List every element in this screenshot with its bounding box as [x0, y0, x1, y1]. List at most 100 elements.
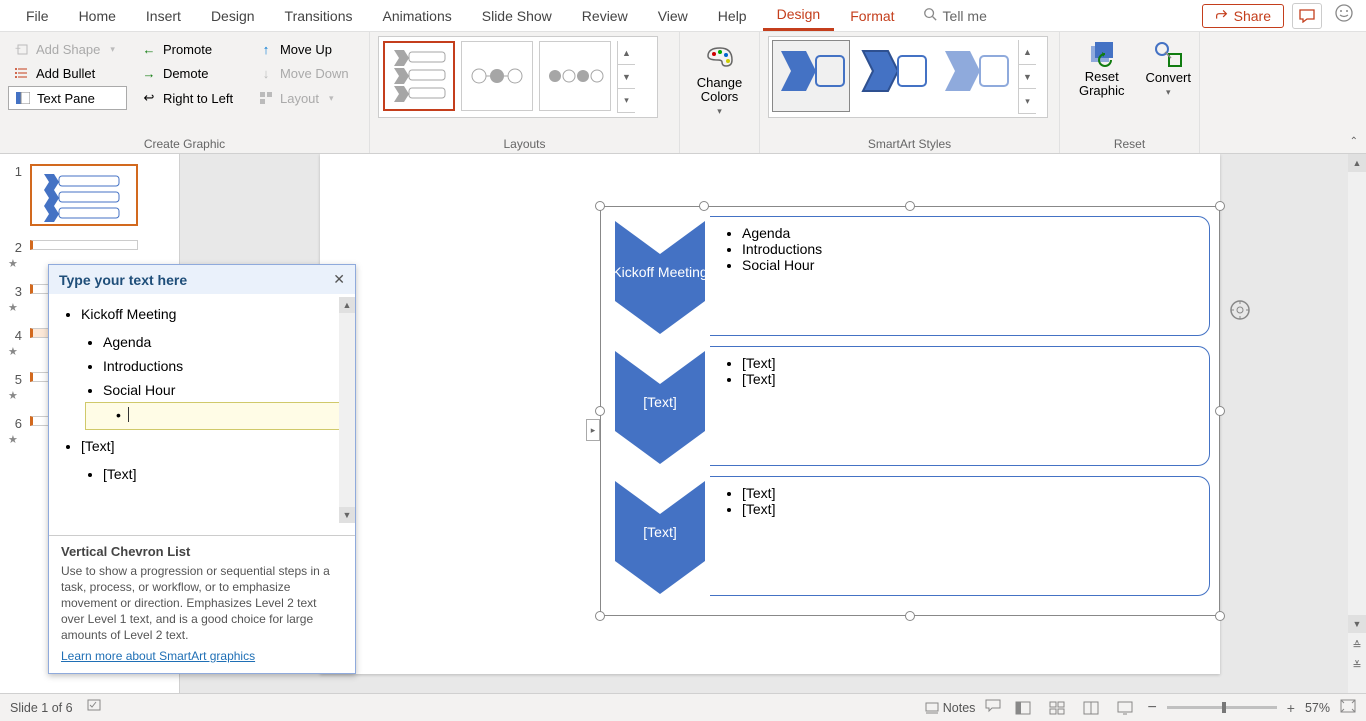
smartart-bullet-box[interactable]: Agenda Introductions Social Hour — [710, 216, 1210, 336]
reset-graphic-button[interactable]: Reset Graphic — [1068, 40, 1135, 98]
slideshow-view-icon[interactable] — [1113, 699, 1137, 717]
zoom-in-button[interactable]: + — [1287, 700, 1295, 716]
list-item[interactable]: Social Hour — [103, 378, 351, 402]
convert-button[interactable]: Convert ▾ — [1145, 40, 1191, 98]
scroll-up-icon[interactable]: ▲ — [1348, 154, 1366, 172]
style-thumbnail[interactable] — [772, 40, 850, 112]
chevron-down-icon[interactable]: ▼ — [618, 65, 635, 89]
resize-handle[interactable] — [1215, 406, 1225, 416]
resize-handle[interactable] — [905, 201, 915, 211]
smartart-bullet-box[interactable]: [Text] [Text] — [710, 476, 1210, 596]
tab-format[interactable]: Format — [836, 2, 908, 30]
text-pane-toggle[interactable]: ▸ — [586, 419, 600, 441]
text-pane-body[interactable]: Kickoff Meeting Agenda Introductions Soc… — [49, 294, 355, 535]
move-up-button[interactable]: ↑Move Up — [252, 38, 361, 60]
move-down-button[interactable]: ↓Move Down — [252, 62, 361, 84]
promote-button[interactable]: ←Promote — [135, 38, 244, 60]
smartart-action-icon[interactable] — [1228, 298, 1252, 322]
add-shape-button[interactable]: +Add Shape▾ — [8, 38, 127, 60]
expand-icon[interactable]: ▾ — [618, 89, 635, 113]
slide-canvas[interactable]: ▸ Kickoff Meeting Agenda Introductions S… — [320, 154, 1220, 674]
style-thumbnail[interactable] — [936, 40, 1014, 112]
resize-handle[interactable] — [1215, 201, 1225, 211]
tab-file[interactable]: File — [12, 2, 63, 30]
list-item[interactable]: [Text] — [81, 434, 351, 458]
resize-handle[interactable] — [1215, 611, 1225, 621]
layout-thumbnail[interactable] — [539, 41, 611, 111]
zoom-level[interactable]: 57% — [1305, 701, 1330, 715]
tab-animations[interactable]: Animations — [368, 2, 465, 30]
share-button[interactable]: Share — [1202, 4, 1284, 28]
tab-help[interactable]: Help — [704, 2, 761, 30]
chevron-shape[interactable]: [Text] — [610, 476, 710, 596]
resize-handle[interactable] — [595, 611, 605, 621]
smartart-row[interactable]: [Text] [Text] [Text] — [610, 476, 1210, 596]
text-pane[interactable]: Type your text here ✕ Kickoff Meeting Ag… — [48, 264, 356, 674]
tab-view[interactable]: View — [644, 2, 702, 30]
layout-thumbnail[interactable] — [461, 41, 533, 111]
spellcheck-icon[interactable] — [87, 699, 103, 716]
chevron-up-icon[interactable]: ▲ — [1019, 40, 1036, 65]
comments-icon[interactable] — [985, 699, 1001, 716]
slide-thumbnail[interactable] — [30, 240, 138, 250]
list-item[interactable]: Agenda — [103, 330, 351, 354]
fit-to-window-icon[interactable] — [1340, 699, 1356, 716]
style-thumbnail[interactable] — [854, 40, 932, 112]
comments-button[interactable] — [1292, 3, 1322, 29]
change-colors-button[interactable]: Change Colors ▾ — [688, 36, 751, 126]
tab-home[interactable]: Home — [65, 2, 130, 30]
next-slide-icon[interactable]: ≚ — [1348, 657, 1366, 675]
slide-number: 2 — [8, 240, 22, 255]
tab-transitions[interactable]: Transitions — [271, 2, 367, 30]
notes-button[interactable]: Notes — [925, 701, 976, 715]
vertical-scrollbar[interactable]: ▲ ▼ ≙ ≚ — [1348, 154, 1366, 693]
expand-icon[interactable]: ▾ — [1019, 89, 1036, 114]
resize-handle[interactable] — [595, 406, 605, 416]
tab-slideshow[interactable]: Slide Show — [468, 2, 566, 30]
layouts-gallery[interactable]: ▲▼▾ — [378, 36, 658, 118]
layout-button[interactable]: Layout▾ — [252, 86, 361, 110]
chevron-down-icon[interactable]: ▼ — [339, 507, 355, 523]
learn-more-link[interactable]: Learn more about SmartArt graphics — [61, 649, 255, 663]
smartart-row[interactable]: Kickoff Meeting Agenda Introductions Soc… — [610, 216, 1210, 336]
close-icon[interactable]: ✕ — [333, 271, 345, 288]
tell-me-search[interactable]: Tell me — [911, 1, 999, 30]
tab-smartart-design[interactable]: Design — [763, 0, 835, 31]
text-pane-scrollbar[interactable]: ▲▼ — [339, 297, 355, 523]
tab-design[interactable]: Design — [197, 2, 269, 30]
styles-gallery[interactable]: ▲▼▾ — [768, 36, 1048, 118]
chevron-shape[interactable]: Kickoff Meeting — [610, 216, 710, 336]
resize-handle[interactable] — [905, 611, 915, 621]
smartart-bullet-box[interactable]: [Text] [Text] — [710, 346, 1210, 466]
rtl-button[interactable]: ↩Right to Left — [135, 86, 244, 110]
collapse-ribbon-icon[interactable]: ⌃ — [1350, 136, 1358, 147]
list-item[interactable]: [Text] — [103, 462, 351, 486]
slide-thumbnail[interactable] — [30, 164, 138, 226]
layouts-scroll[interactable]: ▲▼▾ — [617, 41, 635, 113]
list-item[interactable]: Introductions — [103, 354, 351, 378]
reading-view-icon[interactable] — [1079, 699, 1103, 717]
sorter-view-icon[interactable] — [1045, 699, 1069, 717]
tab-insert[interactable]: Insert — [132, 2, 195, 30]
scroll-down-icon[interactable]: ▼ — [1348, 615, 1366, 633]
chevron-up-icon[interactable]: ▲ — [618, 41, 635, 65]
chevron-shape[interactable]: [Text] — [610, 346, 710, 466]
list-item-editing[interactable] — [85, 402, 351, 430]
normal-view-icon[interactable] — [1011, 699, 1035, 717]
zoom-out-button[interactable]: − — [1147, 699, 1156, 717]
styles-scroll[interactable]: ▲▼▾ — [1018, 40, 1036, 114]
smartart-row[interactable]: [Text] [Text] [Text] — [610, 346, 1210, 466]
prev-slide-icon[interactable]: ≙ — [1348, 637, 1366, 655]
smartart-graphic[interactable]: ▸ Kickoff Meeting Agenda Introductions S… — [600, 206, 1220, 616]
text-pane-button[interactable]: Text Pane — [8, 86, 127, 110]
layout-thumbnail[interactable] — [383, 41, 455, 111]
chevron-up-icon[interactable]: ▲ — [339, 297, 355, 313]
tab-review[interactable]: Review — [568, 2, 642, 30]
chevron-down-icon[interactable]: ▼ — [1019, 65, 1036, 90]
smiley-feedback-icon[interactable] — [1334, 3, 1354, 28]
demote-button[interactable]: →Demote — [135, 62, 244, 84]
zoom-slider[interactable] — [1167, 706, 1277, 709]
resize-handle[interactable] — [595, 201, 605, 211]
list-item[interactable]: Kickoff Meeting — [81, 302, 351, 326]
add-bullet-button[interactable]: Add Bullet — [8, 62, 127, 84]
